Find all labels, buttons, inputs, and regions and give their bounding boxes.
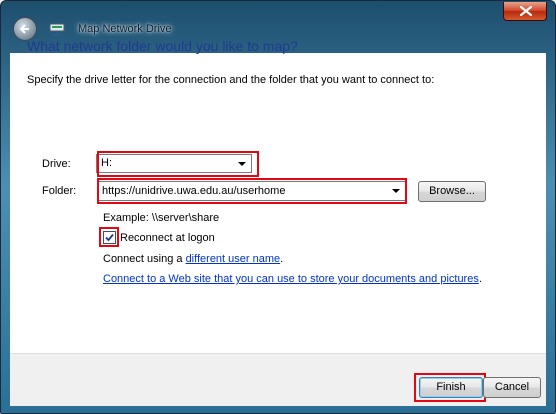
web-site-line: Connect to a Web site that you can use t… <box>103 273 482 285</box>
back-arrow-icon <box>19 24 29 34</box>
instruction-text: Specify the drive letter for the connect… <box>27 74 435 86</box>
drive-label: Drive: <box>42 158 71 170</box>
drive-highlight <box>97 151 259 177</box>
web-site-suffix: . <box>478 273 482 285</box>
reconnect-label[interactable]: Reconnect at logon <box>120 232 215 244</box>
different-user-link[interactable]: different user name <box>186 253 281 265</box>
cancel-button[interactable]: Cancel <box>483 377 541 398</box>
network-drive-icon <box>49 23 65 36</box>
close-button[interactable] <box>503 2 547 21</box>
connect-using-suffix: . <box>280 253 284 265</box>
close-icon <box>520 6 532 16</box>
connect-using-prefix: Connect using a <box>103 253 186 265</box>
browse-button[interactable]: Browse... <box>418 181 486 202</box>
window-title: Map Network Drive <box>78 23 172 35</box>
page-heading: What network folder would you like to ma… <box>27 38 298 54</box>
example-text: Example: \\server\share <box>103 212 220 224</box>
checkbox-highlight <box>99 227 119 247</box>
folder-highlight <box>97 178 407 204</box>
finish-highlight <box>414 373 486 402</box>
web-site-link[interactable]: Connect to a Web site that you can use t… <box>103 273 479 285</box>
connect-using-line: Connect using a different user name. <box>103 253 283 265</box>
map-network-drive-window: Map Network Drive <box>0 0 556 414</box>
folder-label: Folder: <box>42 185 77 197</box>
